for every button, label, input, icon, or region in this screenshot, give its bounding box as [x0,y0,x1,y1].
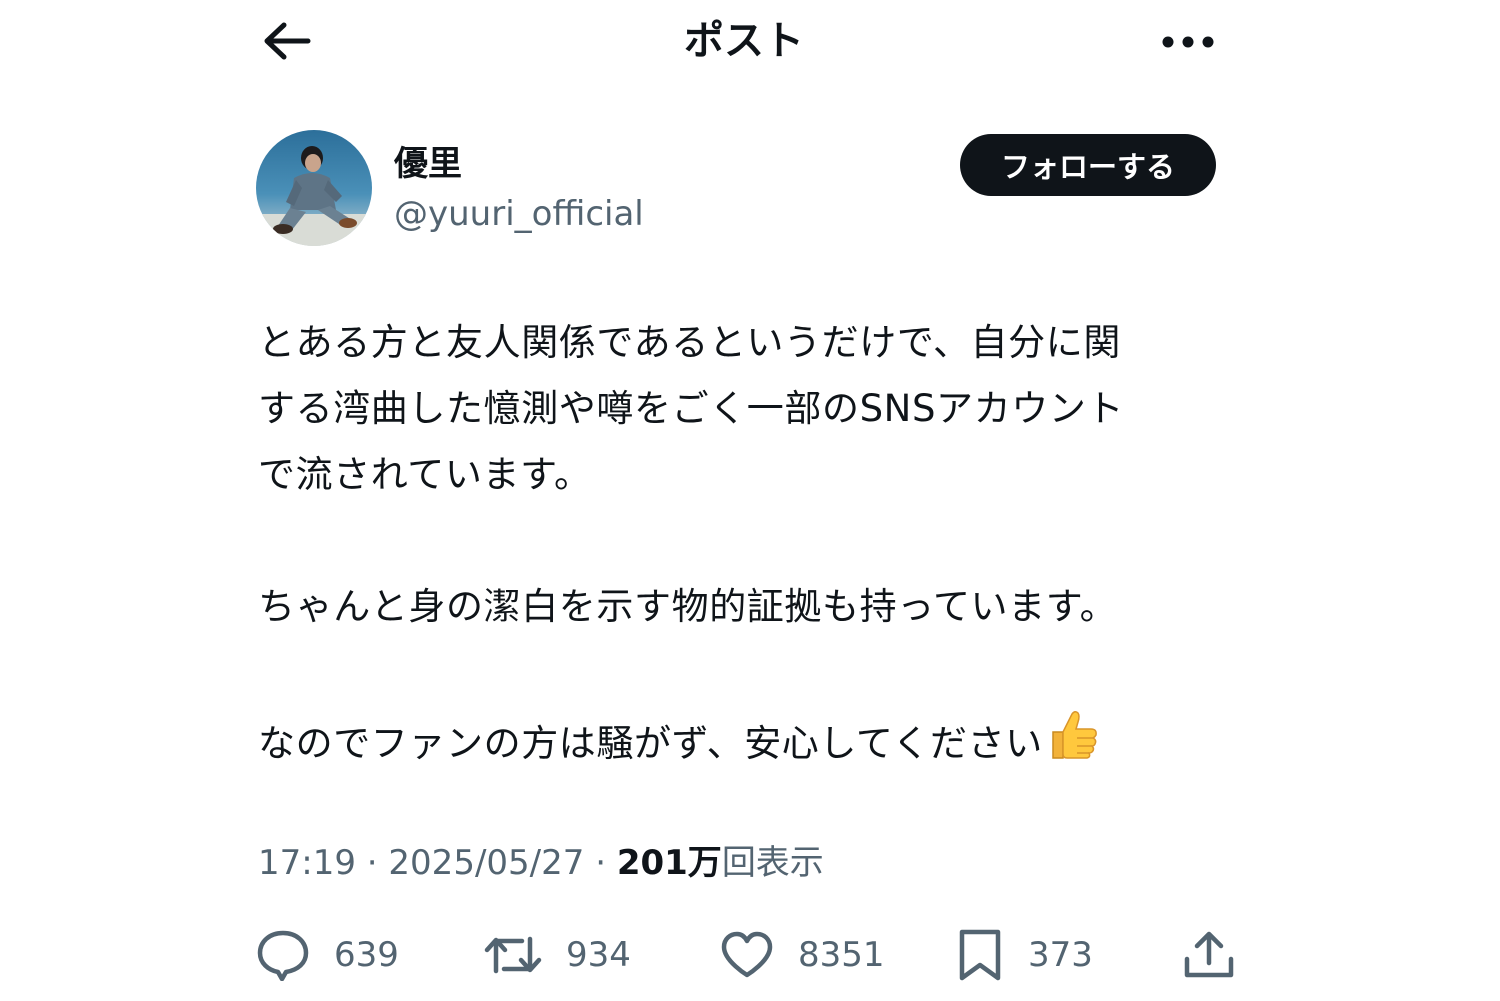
post-time: 17:19 [258,843,356,883]
page-title: ポスト [684,18,804,64]
arrow-left-icon [264,22,311,60]
post-text-segment: なのでファンの方は騒がず、安心してください [258,722,1043,765]
like-count: 8351 [798,935,885,975]
post-text-line-last: なのでファンの方は騒がず、安心してください [258,706,1228,783]
reply-bubble-icon [257,930,309,981]
avatar-photo [256,130,372,246]
thumbs-up-emoji-icon [1045,706,1101,783]
repost-button[interactable]: 934 [484,925,631,985]
avatar[interactable] [256,130,372,246]
heart-icon [721,931,773,978]
post-meta: 17:19 · 2025/05/27 · 201万回表示 [258,840,824,886]
post-text-line: ちゃんと身の潔白を示す物的証拠も持っています。 [258,585,1118,628]
follow-button[interactable]: フォローする [960,134,1216,196]
share-button[interactable] [1182,925,1236,985]
top-bar: ポスト [0,0,1500,90]
repost-icon [484,936,542,974]
user-handle[interactable]: @yuuri_official [394,192,644,236]
repost-count: 934 [566,935,631,975]
share-upload-icon [1184,931,1234,978]
meta-separator: · [355,843,389,883]
post-author: 優里 @yuuri_official フォローする [256,130,1216,248]
bookmark-button[interactable]: 373 [956,925,1093,985]
like-button[interactable]: 8351 [720,925,885,985]
action-bar: 639 934 8351 373 [256,925,1236,985]
meta-separator: · [584,843,617,883]
back-button[interactable] [258,18,314,64]
post-text-line: とある方と友人関係であるというだけで、自分に関 [258,321,1121,364]
reply-count: 639 [334,935,399,975]
reply-button[interactable]: 639 [256,925,399,985]
more-options-button[interactable] [1158,22,1218,62]
post-text-line: で流されています。 [258,453,592,496]
post-date: 2025/05/27 [388,843,585,883]
more-dots-icon [1162,36,1214,48]
views-label: 回表示 [721,843,824,883]
views-count[interactable]: 201万 [617,843,722,883]
bookmark-icon [959,929,1001,981]
post-text-line: する湾曲した憶測や噂をごく一部のSNSアカウント [258,387,1125,430]
display-name[interactable]: 優里 [394,142,462,186]
post-text: とある方と友人関係であるというだけで、自分に関 する湾曲した憶測や噂をごく一部の… [258,310,1228,783]
bookmark-count: 373 [1028,935,1093,975]
